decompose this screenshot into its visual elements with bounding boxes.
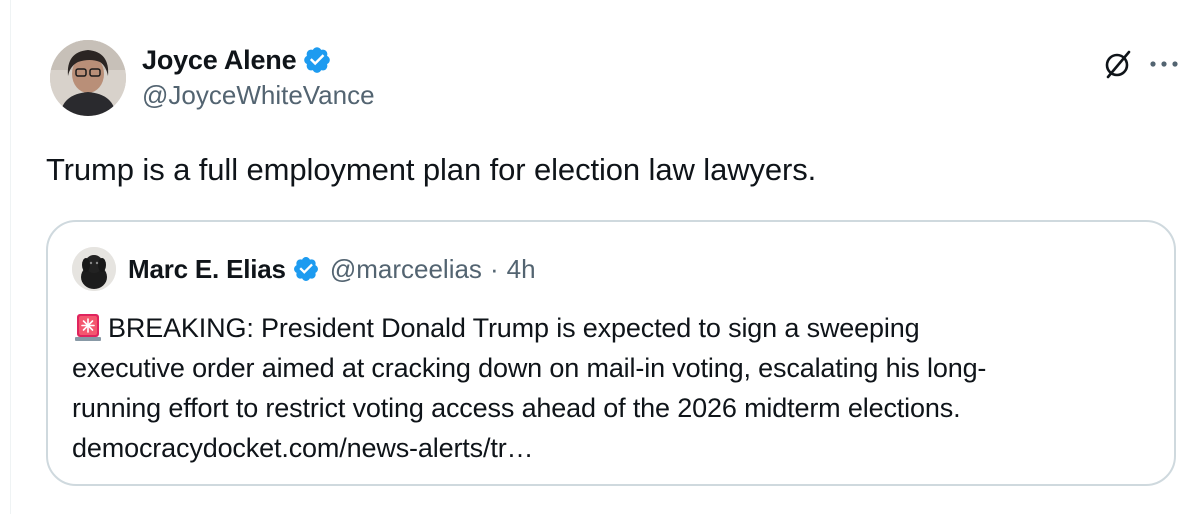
quoted-author-handle[interactable]: @marceelias	[330, 254, 482, 285]
author-handle[interactable]: @JoyceWhiteVance	[142, 80, 375, 111]
more-options-button[interactable]	[1144, 44, 1184, 84]
tweet-top-actions	[1098, 44, 1184, 84]
author-avatar-image	[50, 40, 126, 116]
verified-badge-icon[interactable]	[302, 45, 332, 75]
quoted-separator: ·	[489, 253, 499, 284]
author-avatar[interactable]	[50, 40, 126, 116]
quoted-timestamp[interactable]: 4h	[507, 254, 536, 285]
tweet: Joyce Alene @JoyceWhiteVance Trump is a …	[0, 0, 1198, 514]
siren-emoji-icon	[75, 314, 101, 341]
quoted-text-line-3: running effort to restrict voting access…	[72, 393, 961, 423]
quoted-author-display-name[interactable]: Marc E. Elias	[128, 254, 286, 285]
quoted-tweet-text: BREAKING: President Donald Trump is expe…	[72, 308, 1162, 468]
quoted-text-line-2: executive order aimed at cracking down o…	[72, 353, 987, 383]
author-block: Joyce Alene @JoyceWhiteVance	[142, 40, 375, 111]
more-dots-icon	[1150, 61, 1178, 67]
tweet-text: Trump is a full employment plan for elec…	[46, 152, 817, 187]
author-display-name[interactable]: Joyce Alene	[142, 45, 297, 76]
quoted-verified-badge-icon[interactable]	[292, 255, 320, 283]
quoted-text-line-1: BREAKING: President Donald Trump is expe…	[108, 313, 920, 343]
quoted-author-avatar[interactable]	[72, 247, 116, 291]
quoted-link[interactable]: democracydocket.com/news-alerts/tr…	[72, 428, 1162, 468]
author-name-row: Joyce Alene	[142, 40, 375, 80]
quoted-author-avatar-image	[72, 247, 116, 291]
quoted-tweet-card[interactable]: Marc E. Elias @marceelias · 4h BREAKING:…	[46, 220, 1176, 486]
grok-button[interactable]	[1098, 44, 1138, 84]
grok-slash-icon	[1105, 50, 1131, 79]
quoted-text-line: BREAKING: President Donald Trump is expe…	[72, 308, 1162, 348]
quoted-tweet-header: Marc E. Elias @marceelias · 4h	[72, 247, 536, 291]
